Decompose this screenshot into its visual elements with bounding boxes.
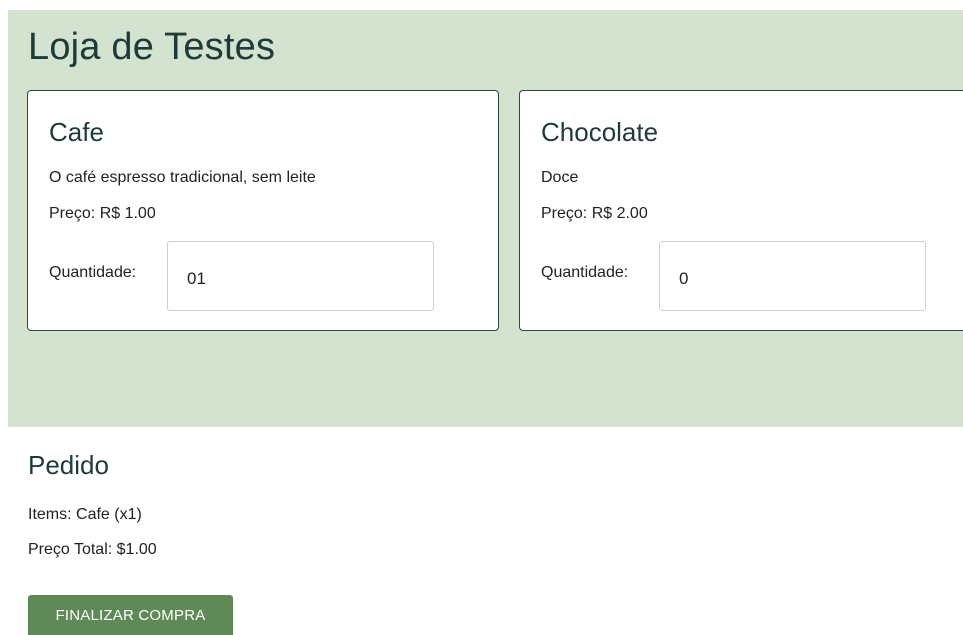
- product-price: Preço: R$ 2.00: [541, 205, 648, 222]
- order-title: Pedido: [28, 450, 109, 480]
- product-name: Chocolate: [541, 117, 659, 147]
- order-items: Items: Cafe (x1): [28, 506, 142, 523]
- checkout-button[interactable]: FINALIZAR COMPRA: [28, 595, 233, 635]
- product-name: Cafe: [49, 117, 104, 147]
- product-description: O café espresso tradicional, sem leite: [49, 169, 316, 186]
- store-title: Loja de Testes: [28, 26, 276, 68]
- quantity-input-cafe[interactable]: [167, 241, 434, 311]
- quantity-label: Quantidade:: [541, 264, 629, 281]
- product-card-chocolate: Chocolate Doce Preço: R$ 2.00 Quantidade…: [519, 90, 963, 331]
- product-description: Doce: [541, 169, 579, 186]
- product-price: Preço: R$ 1.00: [49, 205, 156, 222]
- quantity-label: Quantidade:: [49, 264, 137, 281]
- quantity-input-chocolate[interactable]: [659, 241, 926, 311]
- order-total: Preço Total: $1.00: [28, 541, 157, 558]
- store-panel: Loja de Testes Cafe O café espresso trad…: [8, 10, 963, 427]
- product-card-cafe: Cafe O café espresso tradicional, sem le…: [27, 90, 499, 331]
